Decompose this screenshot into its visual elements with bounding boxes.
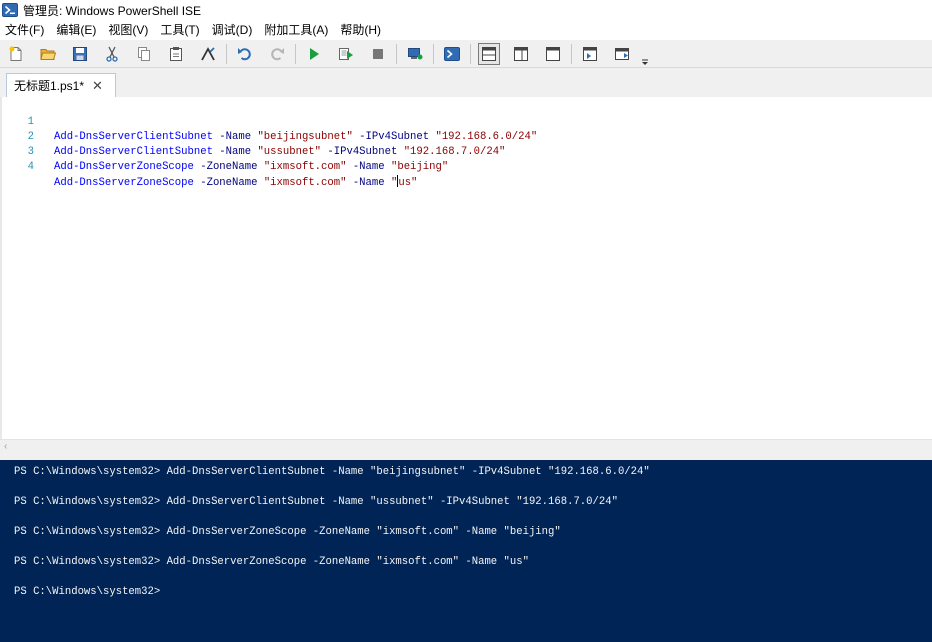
tab-strip: 无标题1.ps1* ✕ [0, 68, 932, 97]
new-file-icon[interactable] [5, 43, 27, 65]
code-string: "ixmsoft.com" [263, 177, 347, 189]
code-parameter: -Name [352, 161, 385, 173]
menu-addons[interactable]: 附加工具(A) [258, 20, 334, 40]
toolbar-separator [396, 43, 397, 64]
remote-powershell-icon[interactable] [404, 43, 426, 65]
toolbar-separator [433, 43, 434, 64]
tab-untitled-script[interactable]: 无标题1.ps1* ✕ [6, 73, 116, 97]
powershell-ise-icon [2, 2, 18, 18]
show-command-addon-icon[interactable] [611, 43, 633, 65]
cut-icon[interactable] [101, 43, 123, 65]
menu-edit[interactable]: 编辑(E) [50, 20, 102, 40]
clear-console-icon[interactable] [197, 43, 219, 65]
menu-tools[interactable]: 工具(T) [154, 20, 205, 40]
editor-horizontal-scrollbar[interactable]: ‹ [0, 439, 932, 456]
toolbar [0, 40, 932, 68]
code-line: 4 Add-DnsServerZoneScope -ZoneName "ixms… [2, 145, 932, 189]
console-line: PS C:\Windows\system32> Add-DnsServerCli… [14, 496, 618, 508]
menu-file[interactable]: 文件(F) [0, 20, 50, 40]
script-editor[interactable]: 1 Add-DnsServerClientSubnet -Name "beiji… [0, 97, 932, 439]
code-command: Add-DnsServerZoneScope [54, 161, 194, 173]
save-icon[interactable] [69, 43, 91, 65]
menu-view[interactable]: 视图(V) [102, 20, 154, 40]
toolbar-separator [295, 43, 296, 64]
console-pane[interactable]: PS C:\Windows\system32> Add-DnsServerCli… [0, 460, 932, 642]
stop-icon[interactable] [367, 43, 389, 65]
run-script-icon[interactable] [303, 43, 325, 65]
undo-icon[interactable] [234, 43, 256, 65]
code-parameter: -ZoneName [200, 177, 258, 189]
code-parameter: -Name [352, 177, 385, 189]
code-command: Add-DnsServerZoneScope [54, 177, 194, 189]
code-parameter: -ZoneName [200, 161, 258, 173]
menu-debug[interactable]: 调试(D) [206, 20, 259, 40]
layout-script-top-icon[interactable] [478, 42, 500, 65]
redo-icon[interactable] [266, 43, 288, 65]
toolbar-separator [470, 43, 471, 64]
code-line: 1 Add-DnsServerClientSubnet -Name "beiji… [2, 100, 932, 143]
toolbar-separator [571, 43, 572, 64]
tab-label: 无标题1.ps1* [14, 79, 85, 93]
code-line: 3 Add-DnsServerZoneScope -ZoneName "ixms… [2, 130, 932, 173]
code-text: Add-DnsServerZoneScope -ZoneName "ixmsof… [54, 160, 448, 175]
console-line: PS C:\Windows\system32> Add-DnsServerZon… [14, 556, 529, 568]
window-title: 管理员: Windows PowerShell ISE [23, 3, 202, 18]
title-bar: 管理员: Windows PowerShell ISE [0, 0, 932, 20]
open-folder-icon[interactable] [37, 43, 59, 65]
layout-script-maximized-icon[interactable] [542, 43, 564, 65]
line-number: 4 [27, 161, 34, 173]
toolbar-separator [226, 43, 227, 64]
run-selection-icon[interactable] [335, 43, 357, 65]
menu-help[interactable]: 帮助(H) [334, 20, 387, 40]
paste-icon[interactable] [165, 43, 187, 65]
console-prompt: PS C:\Windows\system32> [14, 586, 161, 598]
code-line: 2 Add-DnsServerClientSubnet -Name "ussub… [2, 115, 932, 158]
console-line: PS C:\Windows\system32> Add-DnsServerZon… [14, 526, 561, 538]
code-string: us" [398, 177, 418, 189]
code-text: Add-DnsServerZoneScope -ZoneName "ixmsof… [54, 175, 417, 191]
close-icon[interactable]: ✕ [92, 78, 103, 94]
code-string: "ixmsoft.com" [263, 161, 347, 173]
menu-bar: 文件(F) 编辑(E) 视图(V) 工具(T) 调试(D) 附加工具(A) 帮助… [0, 20, 932, 40]
scroll-left-icon[interactable]: ‹ [4, 441, 7, 452]
toolbar-overflow-icon[interactable] [640, 43, 650, 65]
layout-script-right-icon[interactable] [510, 43, 532, 65]
start-powershell-icon[interactable] [441, 43, 463, 65]
show-command-window-icon[interactable] [579, 43, 601, 65]
console-line: PS C:\Windows\system32> Add-DnsServerCli… [14, 466, 650, 478]
copy-icon[interactable] [133, 43, 155, 65]
code-string: "beijing" [390, 161, 449, 173]
